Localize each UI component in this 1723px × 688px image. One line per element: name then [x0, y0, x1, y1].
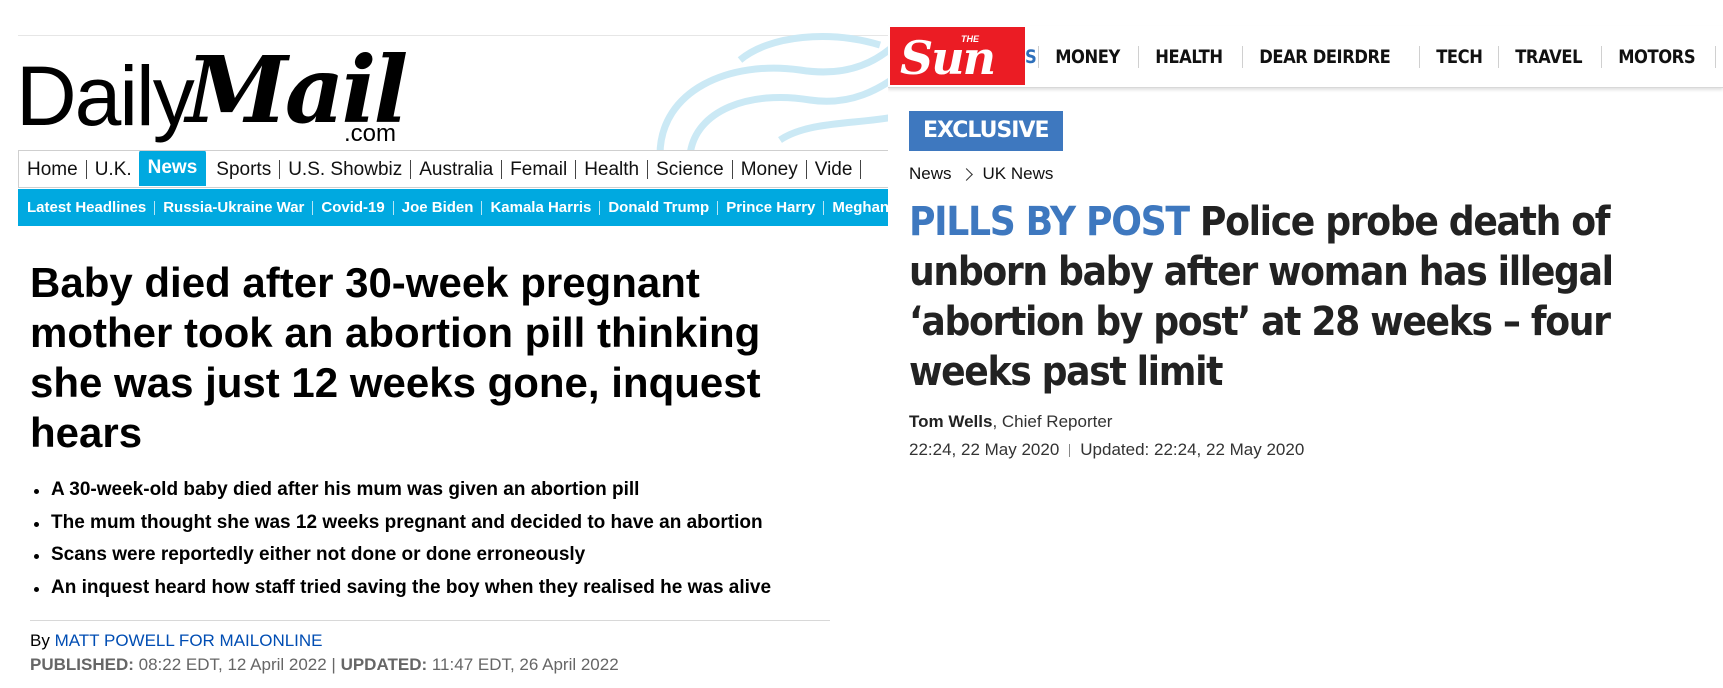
watermark-graphic [656, 33, 888, 156]
updated-value: 22:24, 22 May 2020 [1149, 440, 1305, 459]
breadcrumb-news[interactable]: News [909, 164, 952, 184]
nav-item-health[interactable]: Health [576, 159, 649, 179]
updated-label: UPDATED: [340, 655, 428, 674]
byline: Tom Wells, Chief Reporter [909, 412, 1112, 432]
byline: By MATT POWELL FOR MAILONLINE [30, 631, 323, 651]
logo-com-text: .com [344, 120, 397, 147]
article-dates: 22:24, 22 May 2020 Updated: 22:24, 22 Ma… [909, 440, 1304, 460]
subnav-item-meghan[interactable]: Meghan [824, 200, 888, 215]
headline-kicker: PILLS BY POST [909, 199, 1190, 245]
nav-item-u-s-showbiz[interactable]: U.S. Showbiz [280, 159, 412, 179]
published-value: 22:24, 22 May 2020 [909, 440, 1060, 459]
nav-item-health[interactable]: HEALTH [1138, 46, 1239, 68]
subnav-item-joe-biden[interactable]: Joe Biden [394, 200, 483, 215]
byline-prefix: By [30, 631, 55, 650]
main-nav: Home U.K. News Sports U.S. Showbiz Australia F… [18, 150, 888, 188]
main-nav: S MONEY HEALTH DEAR DEIRDRE TECH TRAVEL MOTORS… [1025, 26, 1723, 88]
article-dates: PUBLISHED: 08:22 EDT, 12 April 2022 | UP… [30, 655, 619, 675]
author-link[interactable]: MATT POWELL FOR MAILONLINE [55, 631, 323, 650]
nav-item-home[interactable]: Home [27, 159, 87, 179]
logo-sun-text: Sun [900, 31, 996, 85]
nav-item-p[interactable]: P [1715, 46, 1723, 68]
nav-item-vide[interactable]: Vide [807, 159, 862, 179]
summary-bullet: The mum thought she was 12 weeks pregnan… [30, 507, 850, 540]
article-headline: PILLS BY POST Police probe death of unbo… [909, 197, 1723, 397]
published-value: 08:22 EDT, 12 April 2022 | [133, 655, 341, 674]
nav-item-money[interactable]: Money [733, 159, 807, 179]
daily-mail-logo[interactable]: Daily Mail .com [16, 36, 416, 147]
subnav-item-prince-harry[interactable]: Prince Harry [718, 200, 825, 215]
exclusive-badge: EXCLUSIVE [909, 111, 1063, 151]
nav-item-tech[interactable]: TECH [1419, 46, 1499, 68]
subnav-item-russia-ukraine-war[interactable]: Russia-Ukraine War [155, 200, 314, 215]
summary-bullet: An inquest heard how staff tried saving … [30, 572, 850, 605]
nav-item-news[interactable]: News [138, 151, 207, 186]
the-sun-panel: S MONEY HEALTH DEAR DEIRDRE TECH TRAVEL MOTORS… [888, 0, 1723, 688]
nav-item-science[interactable]: Science [648, 159, 733, 179]
article-headline: Baby died after 30-week pregnant mother … [30, 259, 761, 456]
subnav-item-latest-headlines[interactable]: Latest Headlines [27, 200, 156, 215]
author-name[interactable]: Tom Wells [909, 412, 992, 431]
updated-value: 11:47 EDT, 26 April 2022 [427, 655, 619, 674]
subnav-item-covid-19[interactable]: Covid-19 [313, 200, 394, 215]
daily-mail-panel: Daily Mail .com Home U.K. News Sports U.S. S… [0, 0, 888, 688]
updated-label: Updated: [1080, 440, 1150, 459]
nav-item-travel[interactable]: TRAVEL [1498, 46, 1598, 68]
nav-item-motors[interactable]: MOTORS [1600, 46, 1712, 68]
breadcrumb-uk-news[interactable]: UK News [983, 164, 1054, 184]
subnav-item-donald-trump[interactable]: Donald Trump [600, 200, 719, 215]
byline-divider [30, 620, 830, 621]
author-role: , Chief Reporter [992, 412, 1113, 431]
nav-item-sports[interactable]: Sports [208, 159, 281, 179]
breadcrumb: News UK News [909, 164, 1053, 184]
published-label: PUBLISHED: [30, 655, 134, 674]
sub-nav: Latest Headlines Russia-Ukraine War Covid-… [18, 189, 888, 226]
nav-item-femail[interactable]: Femail [502, 159, 577, 179]
nav-item-u-k[interactable]: U.K. [87, 159, 141, 179]
subnav-item-kamala-harris[interactable]: Kamala Harris [482, 200, 601, 215]
logo-daily-text: Daily [16, 49, 195, 143]
summary-bullet: Scans were reportedly either not done or… [30, 539, 850, 572]
chevron-right-icon [959, 167, 973, 181]
summary-bullet: A 30-week-old baby died after his mum wa… [30, 474, 850, 507]
nav-item-money[interactable]: MONEY [1038, 46, 1136, 68]
nav-item-dear-deirdre[interactable]: DEAR DEIRDRE [1241, 46, 1407, 68]
date-divider [1069, 443, 1071, 457]
the-sun-logo[interactable]: THE Sun [890, 27, 1025, 85]
nav-item-australia[interactable]: Australia [411, 159, 503, 179]
summary-bullets: A 30-week-old baby died after his mum wa… [30, 474, 850, 604]
